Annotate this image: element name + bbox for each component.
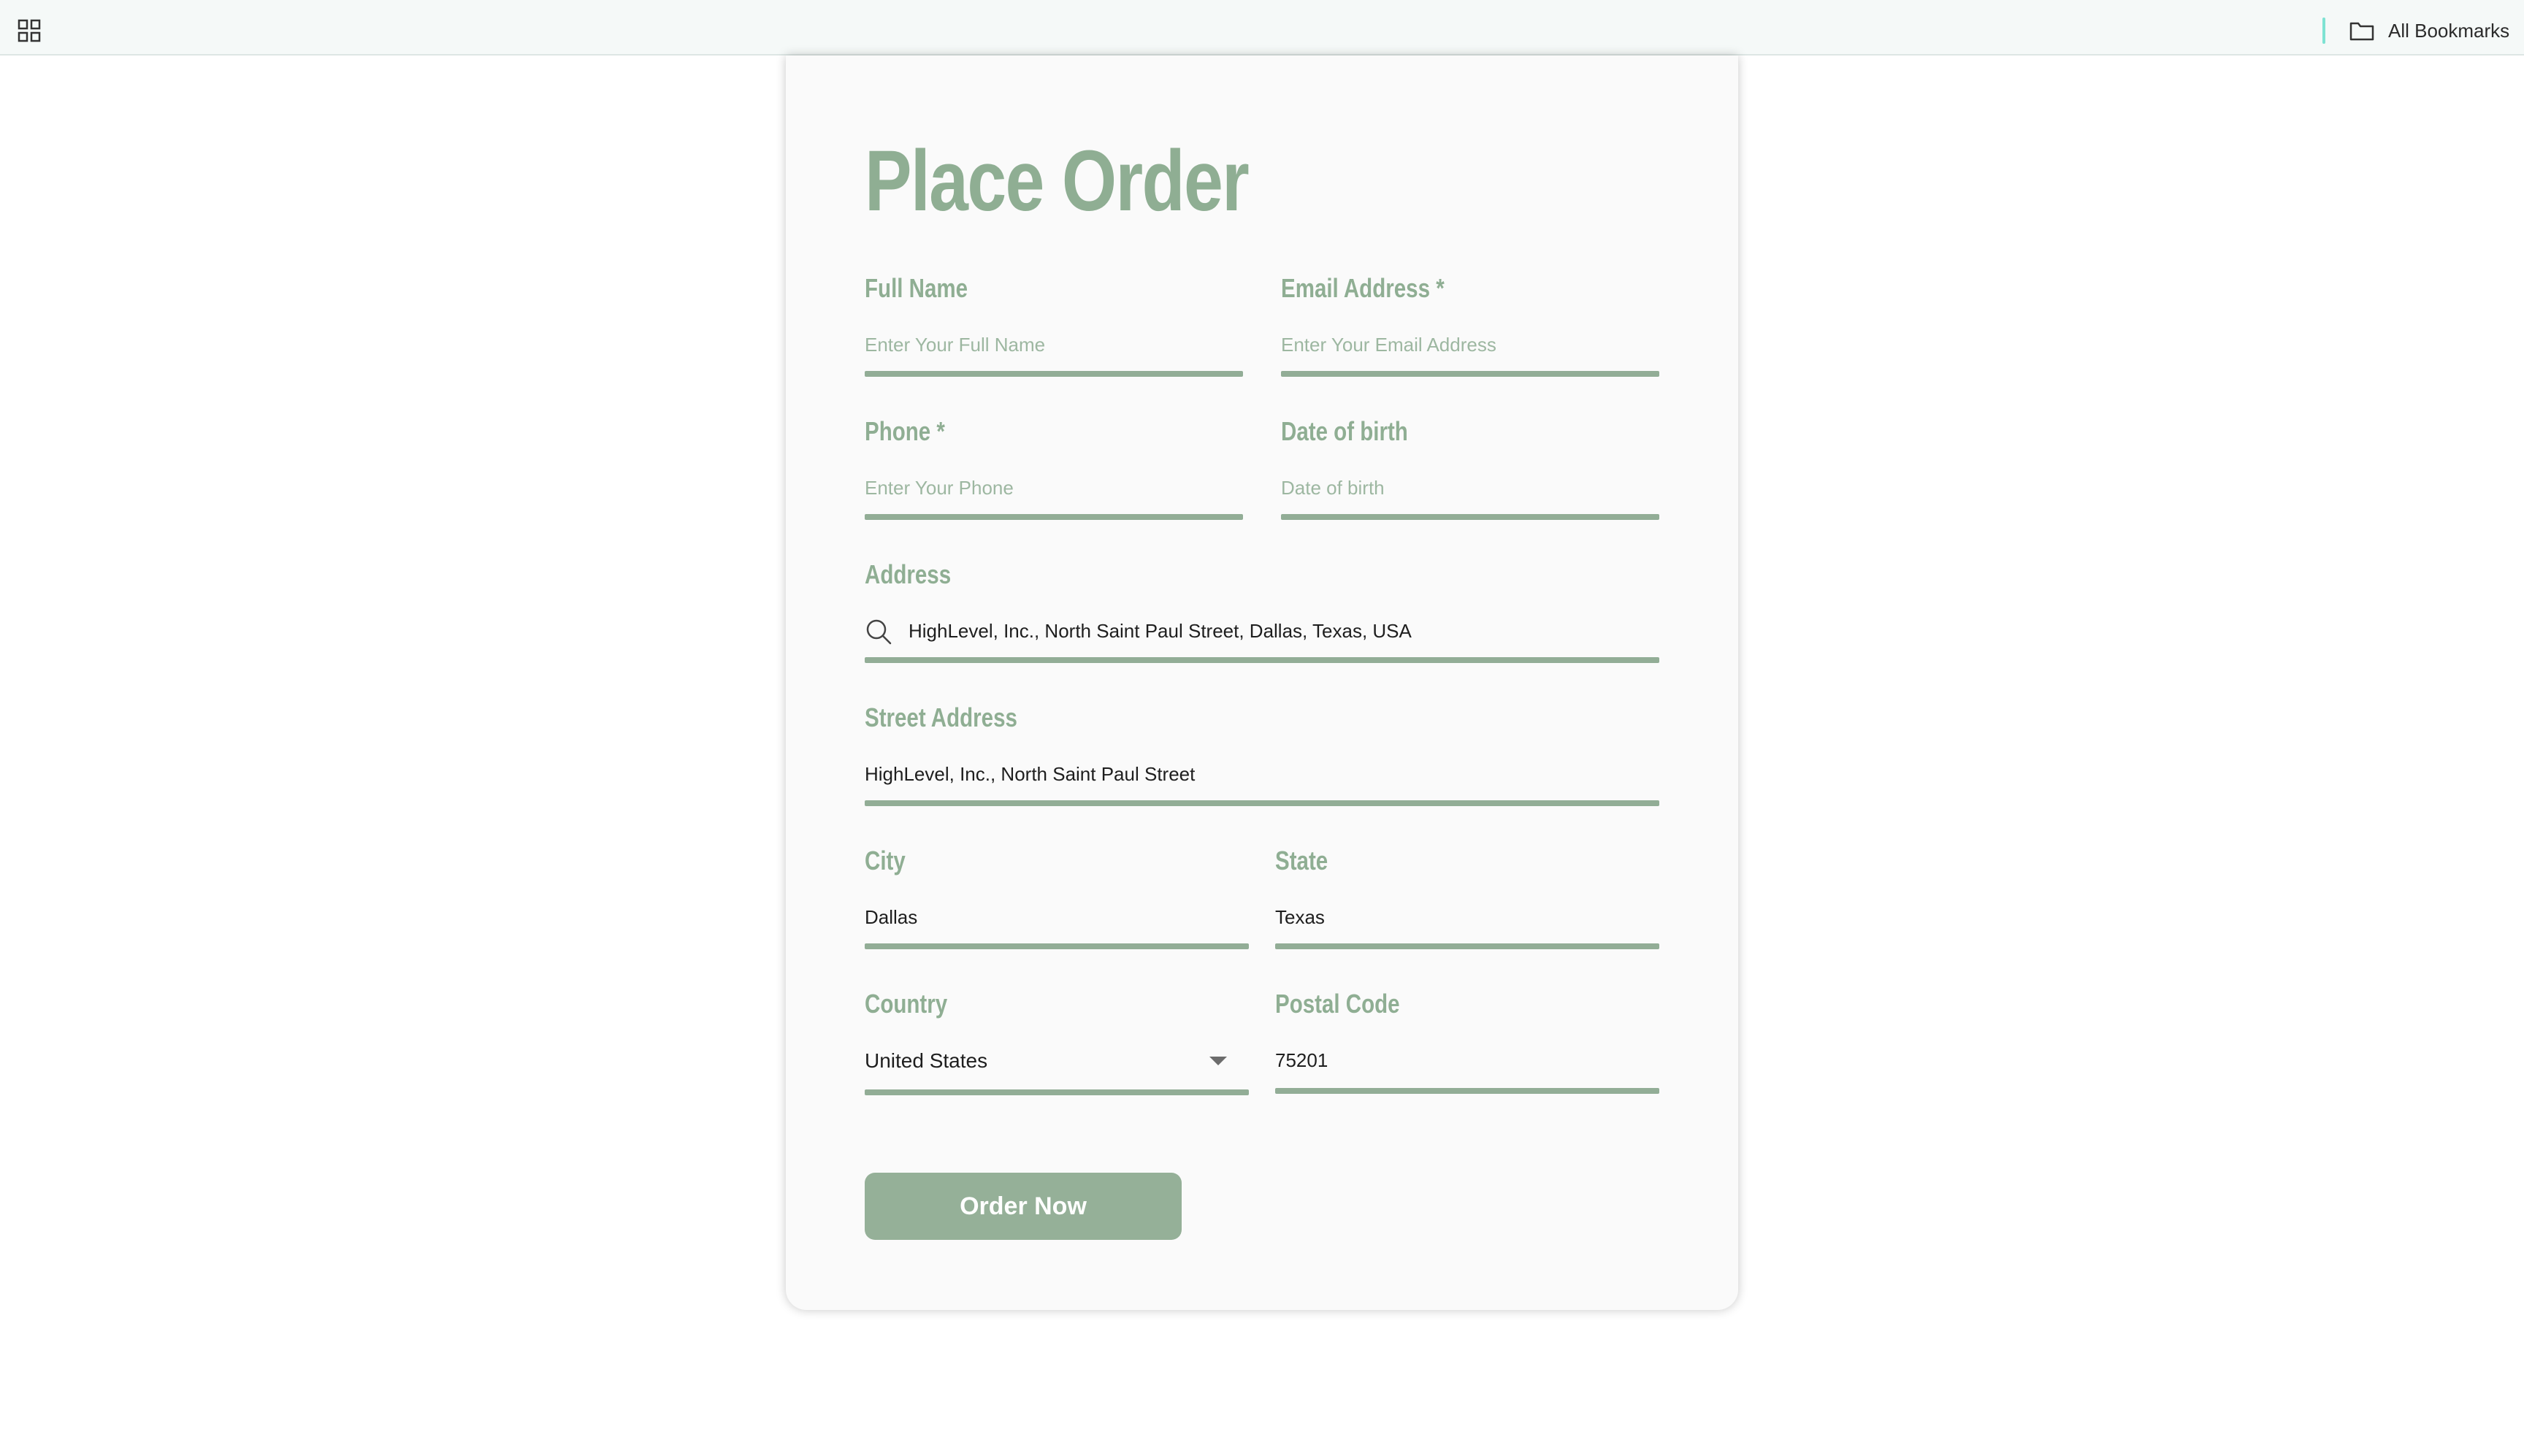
country-selected-value: United States [865,1049,988,1072]
order-now-button[interactable]: Order Now [865,1173,1182,1240]
browser-bookmarks-bar: All Bookmarks [0,0,2524,55]
all-bookmarks-button[interactable]: All Bookmarks [2349,16,2509,45]
postal-code-label: Postal Code [1275,989,1400,1019]
date-of-birth-label: Date of birth [1281,416,1408,446]
date-of-birth-input[interactable] [1281,473,1659,502]
all-bookmarks-label: All Bookmarks [2388,19,2510,42]
phone-label: Phone * [865,416,945,446]
phone-input[interactable] [865,473,1243,502]
state-label: State [1275,846,1328,875]
address-search-input[interactable] [909,616,1659,645]
full-name-input[interactable] [865,330,1243,359]
country-underline [865,1089,1249,1095]
state-input[interactable] [1275,903,1659,932]
address-underline [865,657,1659,663]
email-underline [1281,371,1659,377]
search-icon [866,619,892,645]
phone-underline [865,514,1243,520]
order-form-card: Place Order Full Name Email Address * Ph… [786,55,1738,1310]
bookmarks-divider [2322,18,2325,44]
street-address-input[interactable] [865,759,1659,789]
city-label: City [865,846,906,875]
caret-down-icon [1209,1057,1227,1065]
full-name-underline [865,371,1243,377]
full-name-label: Full Name [865,273,968,303]
apps-grid-icon[interactable] [18,19,41,42]
street-address-label: Street Address [865,702,1017,732]
date-of-birth-underline [1281,514,1659,520]
page-title: Place Order [865,133,1250,229]
city-underline [865,943,1249,949]
postal-code-underline [1275,1088,1659,1094]
folder-icon [2349,22,2374,41]
city-input[interactable] [865,903,1249,932]
address-label: Address [865,559,952,589]
state-underline [1275,943,1659,949]
street-address-underline [865,800,1659,806]
country-label: Country [865,989,948,1019]
postal-code-input[interactable] [1275,1046,1659,1075]
email-label: Email Address * [1281,273,1445,303]
country-select[interactable]: United States [865,1044,1249,1078]
email-input[interactable] [1281,330,1659,359]
